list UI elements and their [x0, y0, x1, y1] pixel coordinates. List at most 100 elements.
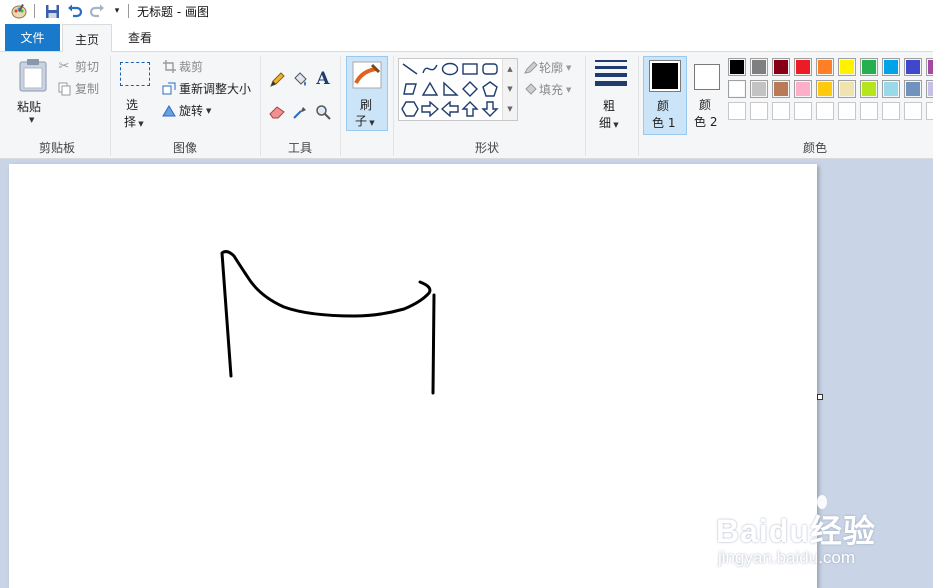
palette-swatch[interactable]	[926, 80, 933, 98]
drawing-canvas[interactable]	[9, 164, 817, 588]
palette-swatch[interactable]	[728, 80, 746, 98]
palette-swatch[interactable]	[816, 58, 834, 76]
swatch-color	[774, 60, 788, 74]
down-arrow-shape-icon[interactable]	[481, 101, 499, 117]
rectangle-shape-icon[interactable]	[461, 61, 479, 77]
left-arrow-shape-icon[interactable]	[441, 101, 459, 117]
brushes-button[interactable]: 刷 子 ▼	[346, 56, 388, 131]
crop-button[interactable]: 裁剪	[161, 58, 203, 75]
tab-view[interactable]: 查看	[114, 24, 166, 51]
outline-icon	[521, 60, 539, 75]
watermark-url: jingyan.baidu.com	[718, 548, 856, 567]
custom-color-slot[interactable]	[728, 102, 746, 120]
rounded-rectangle-shape-icon[interactable]	[481, 61, 499, 77]
ribbon-tab-bar: 文件 主页 查看	[0, 24, 933, 53]
palette-swatch[interactable]	[750, 58, 768, 76]
scroll-down-icon[interactable]: ▼	[503, 79, 517, 99]
swatch-color	[818, 82, 832, 96]
paste-label: 粘贴	[17, 100, 42, 114]
palette-swatch[interactable]	[838, 80, 856, 98]
triangle-shape-icon[interactable]	[421, 81, 439, 97]
magnifier-icon[interactable]	[313, 102, 333, 122]
right-triangle-shape-icon[interactable]	[441, 81, 459, 97]
oval-shape-icon[interactable]	[441, 61, 459, 77]
redo-icon[interactable]	[88, 2, 106, 20]
size-label-line2: 细	[599, 116, 612, 130]
palette-swatch[interactable]	[794, 80, 812, 98]
select-button[interactable]: 选 择 ▼	[116, 58, 152, 130]
shapes-group-label: 形状	[474, 141, 499, 155]
palette-swatch[interactable]	[728, 58, 746, 76]
fill-button[interactable]: 填充 ▼	[521, 81, 571, 98]
swatch-color	[862, 82, 876, 96]
copy-button[interactable]: 复制	[56, 80, 99, 97]
palette-swatch[interactable]	[860, 58, 878, 76]
outline-button[interactable]: 轮廓 ▼	[521, 59, 571, 76]
custom-color-slot[interactable]	[860, 102, 878, 120]
save-icon[interactable]	[43, 2, 61, 20]
palette-swatch[interactable]	[904, 58, 922, 76]
color-picker-icon[interactable]	[290, 102, 310, 122]
copy-label: 复制	[75, 82, 100, 96]
line-shape-icon[interactable]	[401, 61, 419, 77]
watermark-brand: Baidu经验	[716, 513, 876, 549]
palette-swatch[interactable]	[904, 80, 922, 98]
tab-file[interactable]: 文件	[5, 24, 60, 51]
custom-color-slot[interactable]	[926, 102, 933, 120]
hexagon-shape-icon[interactable]	[401, 101, 419, 117]
palette-swatch[interactable]	[860, 80, 878, 98]
custom-color-slot[interactable]	[794, 102, 812, 120]
size-button[interactable]: 粗 细 ▼	[592, 56, 630, 130]
swatch-color	[862, 60, 876, 74]
custom-color-slot[interactable]	[838, 102, 856, 120]
color2-button[interactable]: 颜 色 2	[690, 56, 724, 133]
customize-quick-access-icon[interactable]: ▾	[108, 2, 126, 20]
eraser-icon[interactable]	[267, 102, 287, 122]
paste-dropdown-icon: ▼	[29, 116, 35, 124]
cut-button[interactable]: ✂ 剪切	[56, 58, 99, 75]
paste-button[interactable]: 粘贴 ▼	[14, 56, 52, 128]
baidu-watermark: Baidu经验 jingyan.baidu.com	[714, 484, 933, 588]
polygon-shape-icon[interactable]	[401, 81, 419, 97]
cut-label: 剪切	[75, 60, 100, 74]
pentagon-shape-icon[interactable]	[481, 81, 499, 97]
palette-swatch[interactable]	[794, 58, 812, 76]
palette-swatch[interactable]	[816, 80, 834, 98]
resize-button[interactable]: 重新调整大小	[161, 80, 251, 97]
shapes-scroll[interactable]: ▲ ▼ ▼	[502, 59, 517, 120]
palette-swatch[interactable]	[750, 80, 768, 98]
swatch-color	[884, 60, 898, 74]
palette-swatch[interactable]	[772, 80, 790, 98]
palette-swatch[interactable]	[926, 58, 933, 76]
palette-swatch[interactable]	[838, 58, 856, 76]
custom-color-slot[interactable]	[904, 102, 922, 120]
line-width-icon	[594, 58, 628, 88]
undo-icon[interactable]	[66, 2, 84, 20]
palette-swatch[interactable]	[882, 80, 900, 98]
palette-swatch[interactable]	[882, 58, 900, 76]
color-palette	[728, 58, 933, 124]
swatch-color	[730, 60, 744, 74]
diamond-shape-icon[interactable]	[461, 81, 479, 97]
scroll-up-icon[interactable]: ▲	[503, 59, 517, 79]
custom-color-slot[interactable]	[750, 102, 768, 120]
custom-color-slot[interactable]	[772, 102, 790, 120]
tab-home[interactable]: 主页	[62, 24, 112, 53]
paint-app-icon[interactable]	[10, 2, 28, 20]
fill-bucket-icon[interactable]	[290, 70, 310, 90]
select-dropdown-icon: ▼	[136, 120, 144, 128]
palette-swatch[interactable]	[772, 58, 790, 76]
curve-shape-icon[interactable]	[421, 61, 439, 77]
text-tool-icon[interactable]: A	[313, 68, 333, 90]
right-arrow-shape-icon[interactable]	[421, 101, 439, 117]
rotate-button[interactable]: 旋转 ▼	[161, 102, 211, 119]
color1-button[interactable]: 颜 色 1	[643, 56, 687, 135]
custom-color-slot[interactable]	[816, 102, 834, 120]
custom-color-slot[interactable]	[882, 102, 900, 120]
size-label-line1: 粗	[603, 99, 616, 113]
swatch-color	[840, 60, 854, 74]
canvas-resize-handle[interactable]	[817, 394, 823, 400]
up-arrow-shape-icon[interactable]	[461, 101, 479, 117]
pencil-icon[interactable]	[267, 70, 287, 90]
expand-gallery-icon[interactable]: ▼	[503, 99, 517, 119]
